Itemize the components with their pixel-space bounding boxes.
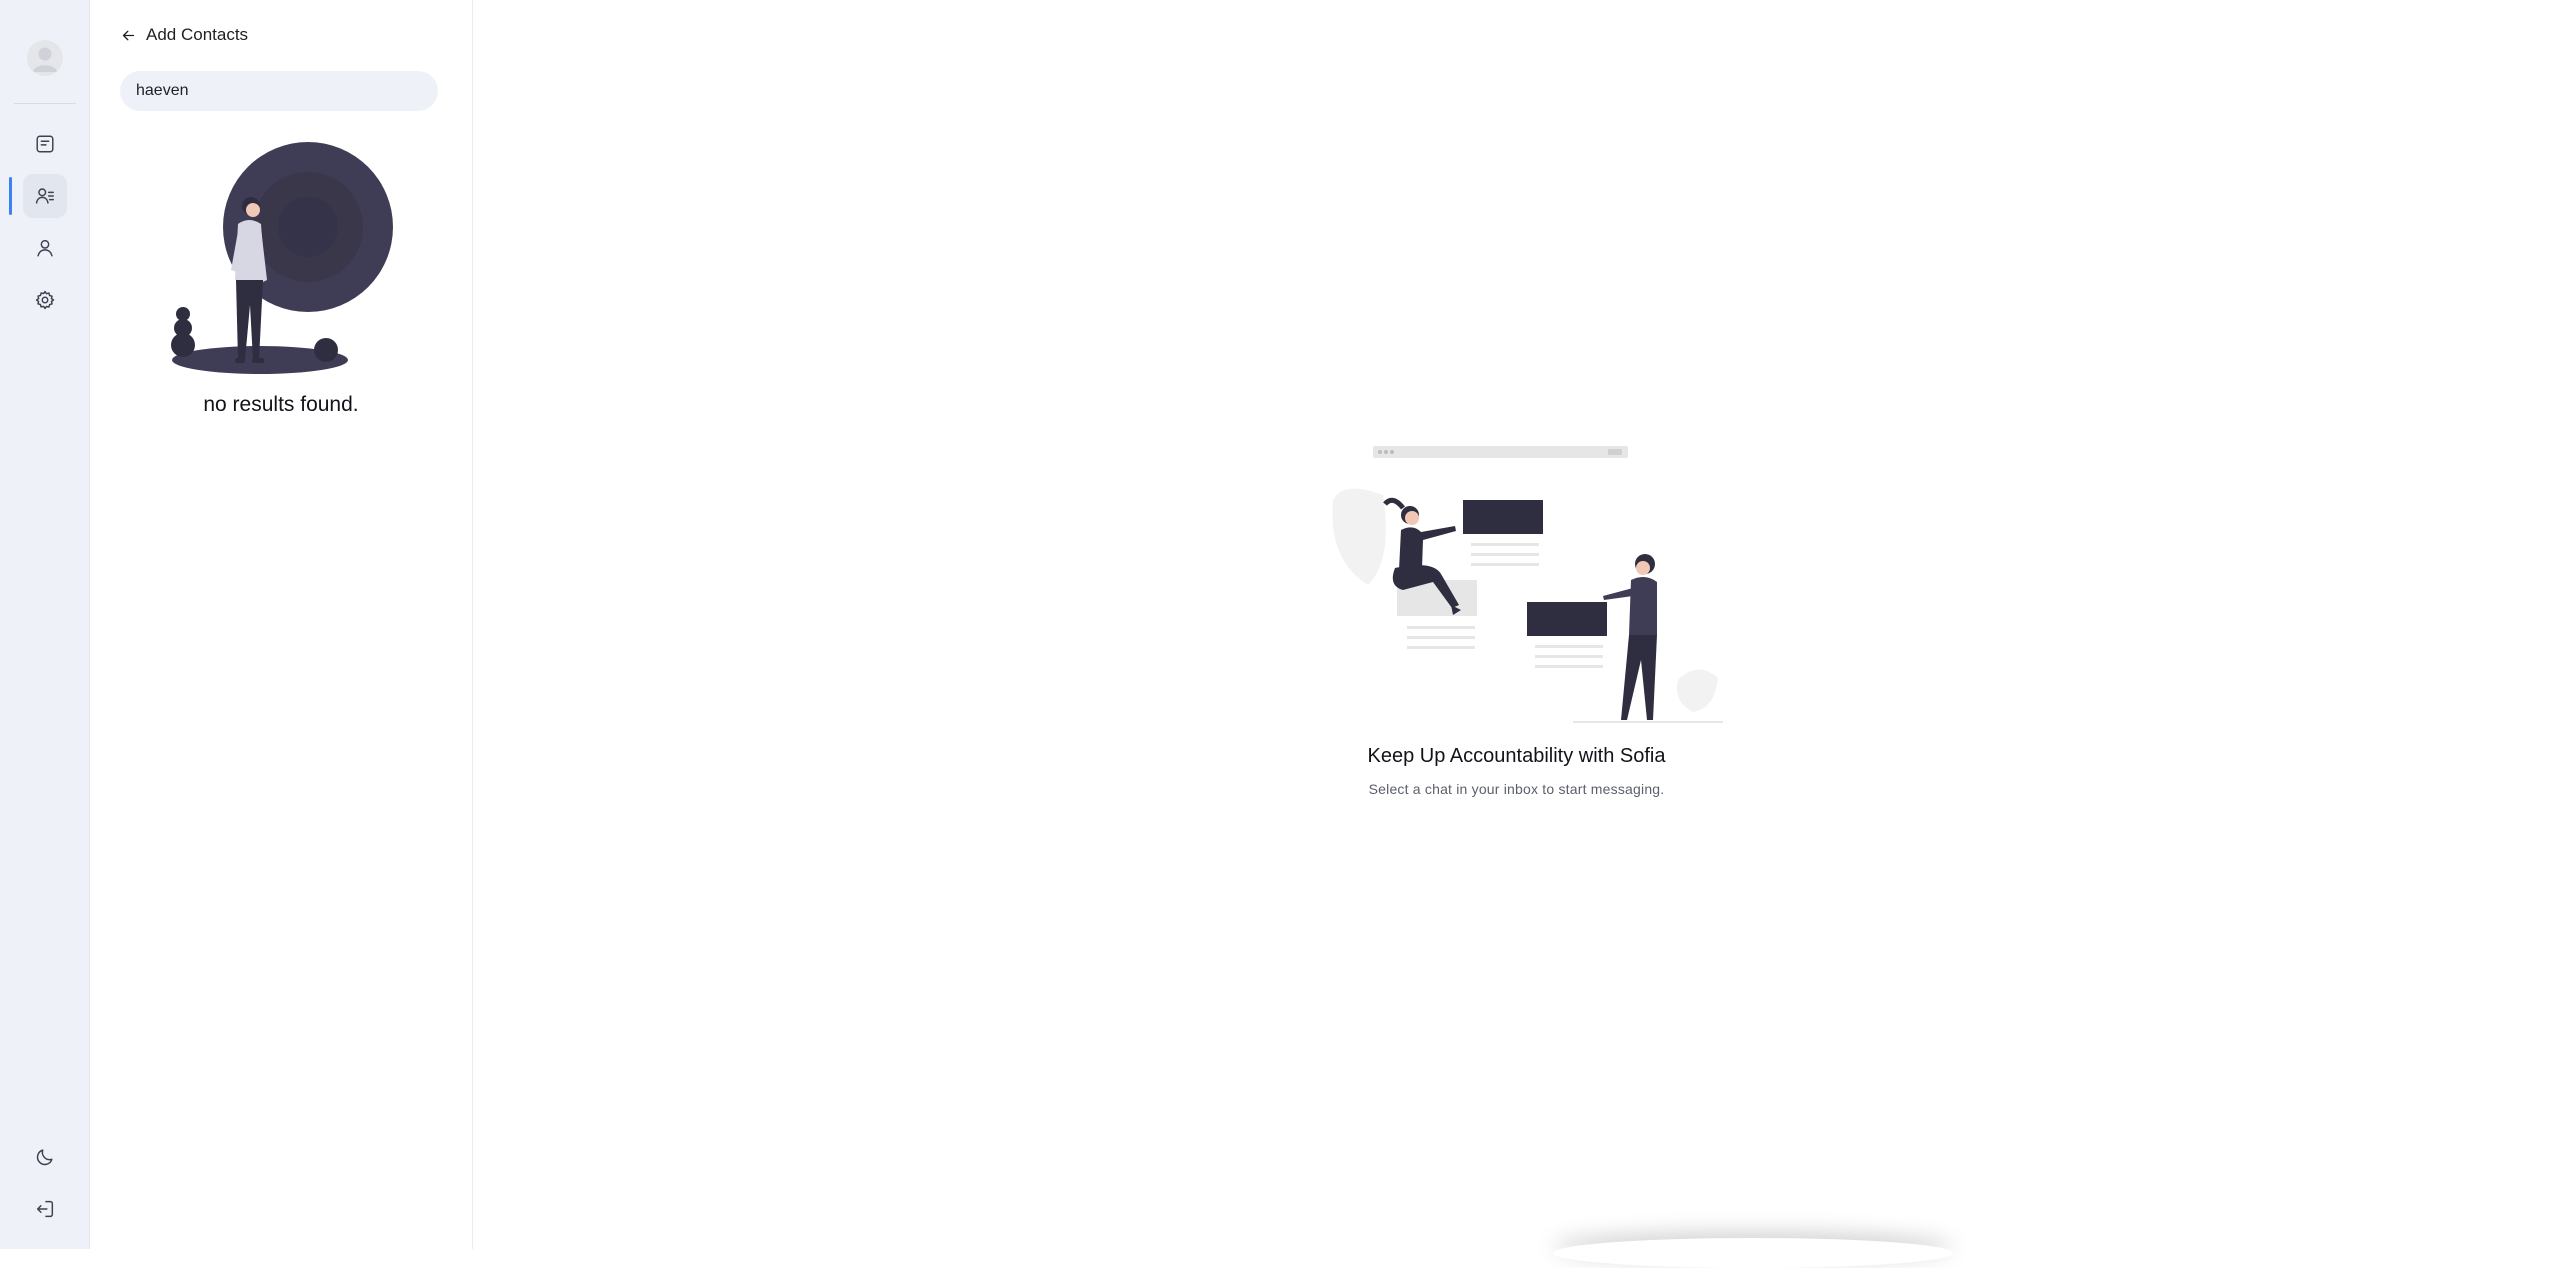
nav-rail xyxy=(0,0,90,1249)
user-avatar-icon xyxy=(33,47,57,72)
active-indicator xyxy=(9,177,12,215)
contacts-icon xyxy=(35,188,54,204)
contact-search-input[interactable] xyxy=(120,71,438,111)
profile-icon xyxy=(37,239,53,257)
nav-chats-button[interactable] xyxy=(23,122,67,166)
logout-icon xyxy=(36,1200,54,1218)
rail-divider xyxy=(14,103,76,104)
panel-title: Add Contacts xyxy=(146,25,249,44)
chats-icon xyxy=(36,135,54,153)
logout-button[interactable] xyxy=(23,1187,67,1231)
bottom-shadow xyxy=(1553,1238,1953,1268)
no-results-illustration xyxy=(171,142,393,374)
settings-icon xyxy=(35,290,55,310)
contacts-panel: Add Contacts no results found. xyxy=(90,0,473,1249)
moon-icon xyxy=(36,1149,53,1166)
back-button[interactable]: Add Contacts xyxy=(120,22,248,48)
messaging-illustration xyxy=(1332,446,1723,723)
empty-state-title: Keep Up Accountability with Sofia xyxy=(1367,745,1666,767)
arrow-left-icon xyxy=(122,30,135,40)
nav-profile-button[interactable] xyxy=(23,226,67,270)
nav-settings-button[interactable] xyxy=(23,278,67,322)
nav-contacts-button[interactable] xyxy=(23,174,67,218)
chat-area: Keep Up Accountability with Sofia Select… xyxy=(473,0,2560,1249)
no-results-message: no results found. xyxy=(203,393,359,416)
theme-toggle-button[interactable] xyxy=(23,1135,67,1179)
empty-state-subtitle: Select a chat in your inbox to start mes… xyxy=(1368,781,1665,797)
avatar[interactable] xyxy=(27,40,63,76)
